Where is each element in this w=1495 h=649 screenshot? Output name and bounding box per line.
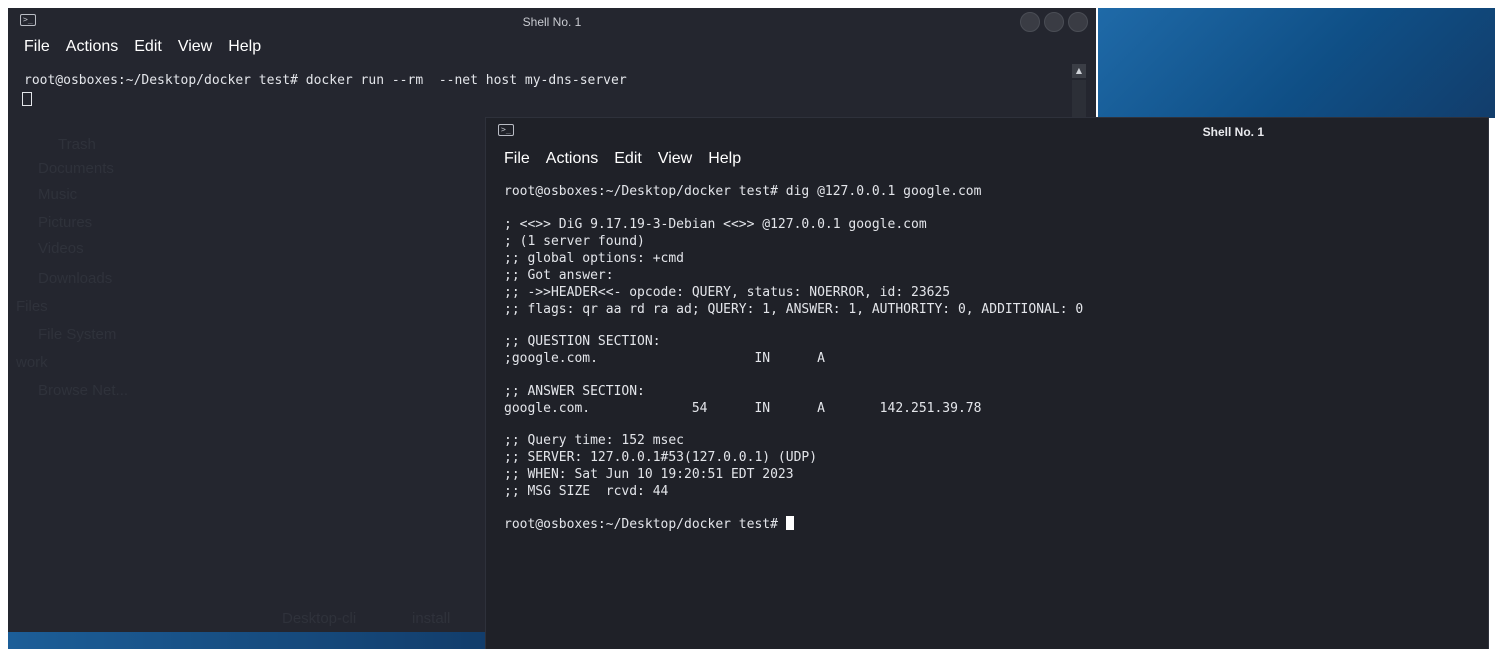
terminal-line: ;; Got answer:: [504, 268, 614, 283]
window-title: Shell No. 1: [1202, 125, 1264, 139]
titlebar[interactable]: >_ Shell No. 1: [8, 8, 1096, 36]
menu-help[interactable]: Help: [228, 38, 261, 62]
ghost-label: Documents: [38, 160, 114, 177]
terminal-prompt: root@osboxes:~/Desktop/docker test#: [504, 517, 786, 532]
ghost-label: Videos: [38, 240, 84, 257]
terminal-icon: >_: [498, 124, 514, 136]
ghost-label: File System: [38, 326, 117, 343]
menu-actions[interactable]: Actions: [546, 150, 598, 174]
window-controls: [1020, 12, 1088, 32]
ghost-label: Pictures: [38, 214, 93, 231]
menu-view[interactable]: View: [178, 38, 212, 62]
minimize-button[interactable]: [1020, 12, 1040, 32]
desktop-wallpaper-bottom: [8, 630, 486, 649]
terminal-prompt-line[interactable]: root@osboxes:~/Desktop/docker test#: [504, 516, 794, 533]
terminal-line: ;; ANSWER SECTION:: [504, 384, 645, 399]
ghost-label: Music: [38, 186, 78, 203]
desktop-wallpaper: [1098, 8, 1495, 118]
close-button[interactable]: [1068, 12, 1088, 32]
menu-actions[interactable]: Actions: [66, 38, 118, 62]
terminal-cursor: [785, 516, 794, 530]
terminal-line: ;; MSG SIZE rcvd: 44: [504, 484, 669, 499]
titlebar[interactable]: >_ Shell No. 1: [486, 118, 1488, 146]
terminal-line: ;; QUESTION SECTION:: [504, 334, 661, 349]
terminal-line: ; (1 server found): [504, 234, 645, 249]
terminal-cursor: [22, 92, 32, 106]
terminal-line: google.com. 54 IN A 142.251.39.78: [504, 401, 982, 416]
maximize-button[interactable]: [1044, 12, 1064, 32]
menu-edit[interactable]: Edit: [134, 38, 162, 62]
ghost-label: Trash: [58, 136, 96, 153]
menubar: File Actions Edit View Help: [486, 150, 1488, 174]
menu-file[interactable]: File: [504, 150, 530, 174]
ghost-label: Desktop-cli: [282, 610, 357, 627]
terminal-line: ;; SERVER: 127.0.0.1#53(127.0.0.1) (UDP): [504, 450, 818, 465]
menubar: File Actions Edit View Help: [8, 38, 1096, 62]
menu-view[interactable]: View: [658, 150, 692, 174]
ghost-label: Downloads: [38, 270, 113, 287]
menu-help[interactable]: Help: [708, 150, 741, 174]
scroll-thumb[interactable]: [1072, 80, 1086, 120]
ghost-label: Browse Net...: [38, 382, 129, 399]
ghost-label: install: [412, 610, 451, 627]
terminal-line: ;; ->>HEADER<<- opcode: QUERY, status: N…: [504, 285, 951, 300]
ghost-label: work: [16, 354, 48, 371]
terminal-line: ;; flags: qr aa rd ra ad; QUERY: 1, ANSW…: [504, 302, 1084, 317]
terminal-line: ;google.com. IN A: [504, 351, 825, 366]
terminal-line: ; <<>> DiG 9.17.19-3-Debian <<>> @127.0.…: [504, 217, 927, 232]
ghost-label: Files: [16, 298, 48, 315]
terminal-line: root@osboxes:~/Desktop/docker test# dig …: [504, 184, 982, 199]
terminal-line: ;; WHEN: Sat Jun 10 19:20:51 EDT 2023: [504, 467, 794, 482]
window-title: Shell No. 1: [522, 15, 582, 29]
terminal-line: ;; Query time: 152 msec: [504, 433, 685, 448]
terminal-line: root@osboxes:~/Desktop/docker test# dock…: [24, 73, 627, 88]
terminal-line: ;; global options: +cmd: [504, 251, 685, 266]
menu-file[interactable]: File: [24, 38, 50, 62]
menu-edit[interactable]: Edit: [614, 150, 642, 174]
terminal-window-front[interactable]: >_ Shell No. 1 File Actions Edit View He…: [486, 118, 1488, 649]
scroll-up-icon[interactable]: ▲: [1072, 64, 1086, 78]
